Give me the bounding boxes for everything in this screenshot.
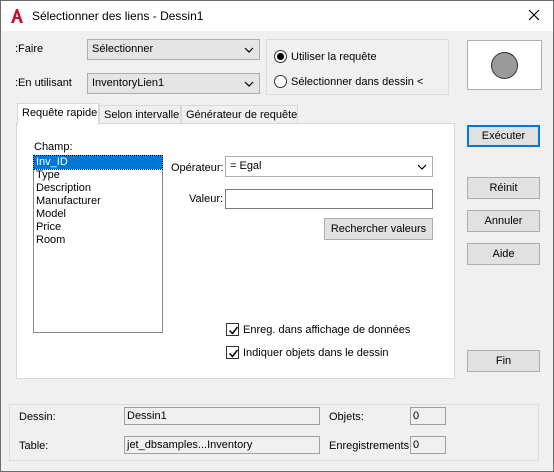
- search-values-button[interactable]: Rechercher valeurs: [324, 218, 433, 240]
- selection-mode-group: Utiliser la requête Sélectionner dans de…: [266, 39, 449, 95]
- operator-value: = Egal: [230, 160, 262, 172]
- tab-query-builder[interactable]: Générateur de requête: [181, 105, 298, 125]
- operator-dropdown[interactable]: = Egal: [225, 156, 433, 177]
- quick-query-panel: Champ: Inv_ID Type Description Manufactu…: [16, 123, 455, 379]
- table-field: jet_dbsamples...Inventory: [124, 436, 320, 454]
- list-item[interactable]: Manufacturer: [34, 195, 162, 208]
- operateur-label: Opérateur:: [171, 162, 224, 174]
- radio-unselected-indicator: [274, 75, 287, 88]
- value-input[interactable]: [225, 189, 433, 209]
- faire-dropdown[interactable]: Sélectionner: [87, 39, 260, 60]
- execute-button[interactable]: Exécuter: [467, 125, 540, 147]
- list-item[interactable]: Price: [34, 221, 162, 234]
- enreg-field: 0: [410, 436, 446, 454]
- chevron-down-icon: [244, 79, 254, 91]
- faire-label: :Faire: [15, 43, 44, 55]
- tab-by-range-label: Selon intervalle: [104, 109, 180, 121]
- objets-field: 0: [410, 407, 446, 425]
- champ-label: Champ:: [34, 141, 73, 153]
- show-objects-label: Indiquer objets dans le dessin: [243, 346, 389, 359]
- status-panel: Dessin: Dessin1 Objets: 0 Table: jet_dbs…: [9, 404, 539, 461]
- object-preview: [467, 40, 542, 90]
- radio-selected-indicator: [274, 50, 287, 63]
- dessin-label: Dessin:: [19, 411, 56, 423]
- help-button[interactable]: Aide: [467, 243, 540, 265]
- list-item[interactable]: Type: [34, 169, 162, 182]
- list-item[interactable]: Inv_ID: [33, 155, 163, 170]
- list-item[interactable]: Model: [34, 208, 162, 221]
- use-query-label: Utiliser la requête: [291, 50, 377, 63]
- circle-preview-icon: [491, 52, 518, 79]
- en-utilisant-label: :En utilisant: [15, 77, 72, 89]
- chevron-down-icon: [417, 162, 427, 174]
- select-in-drawing-radio[interactable]: Sélectionner dans dessin <: [274, 75, 423, 88]
- title-bar: Sélectionner des liens - Dessin1: [1, 1, 553, 31]
- tab-query-builder-label: Générateur de requête: [186, 109, 298, 121]
- en-utilisant-value: InventoryLien1: [92, 77, 165, 89]
- show-objects-checkbox[interactable]: Indiquer objets dans le dessin: [226, 346, 389, 359]
- objets-label: Objets:: [329, 411, 364, 423]
- cancel-button[interactable]: Annuler: [467, 210, 540, 232]
- field-list[interactable]: Inv_ID Type Description Manufacturer Mod…: [33, 155, 163, 333]
- reset-button[interactable]: Réinit: [467, 177, 540, 199]
- save-datagrid-checkbox[interactable]: Enreg. dans affichage de données: [226, 323, 410, 336]
- autocad-app-icon: [9, 8, 25, 24]
- enreg-label: Enregistrements:: [329, 440, 413, 452]
- checkbox-checked-indicator: [226, 346, 239, 359]
- valeur-label: Valeur:: [189, 193, 224, 205]
- list-item[interactable]: Room: [34, 234, 162, 247]
- tab-quick-query-label: Requête rapide: [22, 107, 98, 119]
- window-title: Sélectionner des liens - Dessin1: [32, 9, 204, 23]
- list-item[interactable]: Description: [34, 182, 162, 195]
- dessin-field: Dessin1: [124, 407, 320, 425]
- faire-value: Sélectionner: [92, 43, 154, 55]
- tab-by-range[interactable]: Selon intervalle: [99, 105, 181, 125]
- select-links-dialog: Sélectionner des liens - Dessin1 :Faire …: [0, 0, 554, 472]
- save-datagrid-label: Enreg. dans affichage de données: [243, 323, 411, 336]
- table-label: Table:: [19, 440, 49, 452]
- select-in-drawing-label: Sélectionner dans dessin <: [291, 75, 424, 88]
- checkbox-checked-indicator: [226, 323, 239, 336]
- end-button[interactable]: Fin: [467, 350, 540, 372]
- chevron-down-icon: [244, 45, 254, 57]
- en-utilisant-dropdown[interactable]: InventoryLien1: [87, 73, 260, 94]
- use-query-radio[interactable]: Utiliser la requête: [274, 50, 377, 63]
- close-icon[interactable]: [525, 6, 543, 24]
- tab-quick-query[interactable]: Requête rapide: [17, 103, 99, 125]
